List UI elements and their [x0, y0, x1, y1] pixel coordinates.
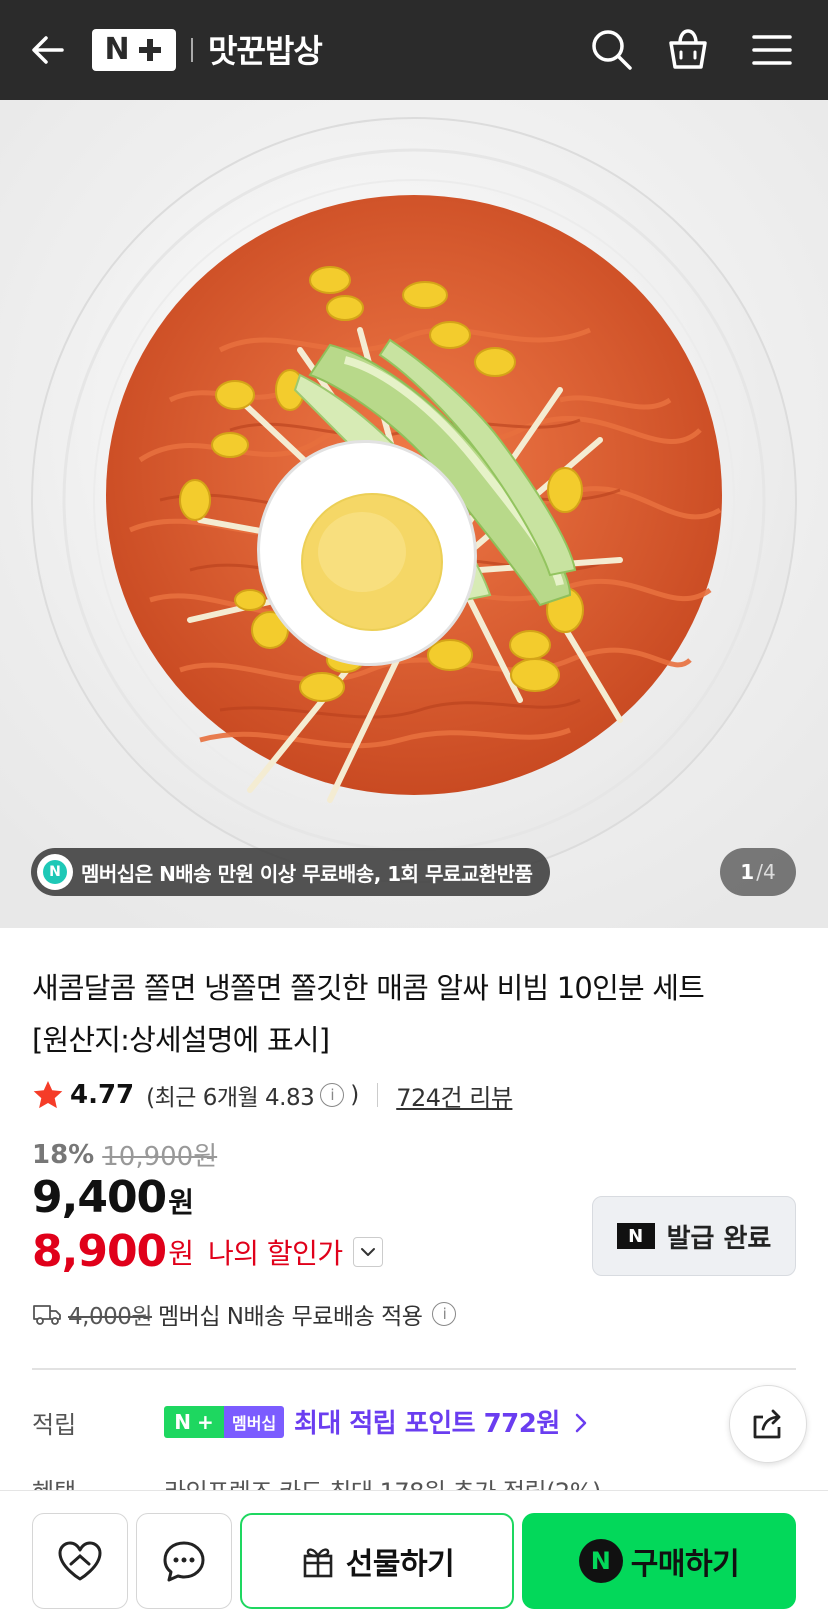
chat-icon	[163, 1541, 205, 1582]
image-counter: 1 /4	[720, 848, 796, 896]
plus-icon	[136, 36, 164, 64]
heart-icon	[58, 1541, 102, 1581]
my-price-label: 나의 할인가	[207, 1236, 343, 1270]
shopping-bag-icon	[669, 29, 707, 69]
naver-pay-badge: N	[578, 1539, 623, 1583]
points-label: 적립	[32, 1411, 77, 1439]
menu-button[interactable]	[748, 26, 796, 74]
membership-promo-pill[interactable]: N 멤버십은 N배송 만원 이상 무료배송, 1회 무료교환반품	[31, 848, 551, 896]
discount-row: 18% 10,900원	[32, 1136, 217, 1173]
shipping-info-icon[interactable]: i	[432, 1302, 457, 1326]
points-badge-plus: +	[196, 1410, 214, 1434]
cart-button[interactable]	[664, 26, 712, 74]
image-counter-total: /4	[756, 860, 776, 884]
membership-badge-n: N	[43, 860, 67, 884]
coupon-issued-button[interactable]: N 발급 완료	[592, 1196, 796, 1276]
recent-rating: (최근 6개월 4.83 i )	[146, 1078, 359, 1112]
buy-label: 구매하기	[630, 1547, 740, 1582]
product-title-line2: [원산지:상세설명에 표시]	[32, 1023, 330, 1057]
max-points-link[interactable]: 최대 적립 포인트 772원	[294, 1403, 590, 1440]
logo-divider	[191, 38, 193, 62]
image-counter-current: 1	[740, 860, 755, 884]
bottom-action-bar: 선물하기 N 구매하기	[0, 1490, 828, 1617]
app-header: N 맛꾼밥상	[0, 0, 828, 100]
my-price-unit: 원	[168, 1236, 194, 1270]
buy-button[interactable]: N 구매하기	[522, 1513, 796, 1609]
sale-price: 9,400	[32, 1172, 167, 1223]
sale-price-unit: 원	[168, 1186, 194, 1219]
my-price: 8,900	[32, 1226, 167, 1277]
gift-icon	[303, 1548, 333, 1578]
search-icon	[592, 30, 632, 70]
share-button[interactable]	[729, 1385, 807, 1463]
rating-score: 4.77	[70, 1080, 135, 1110]
shipping-row: 4,000원 멤버십 N배송 무료배송 적용 i	[32, 1296, 460, 1332]
shipping-text: 멤버십 N배송 무료배송 적용	[158, 1304, 423, 1330]
membership-points-badge: N + 멤버십	[164, 1406, 285, 1438]
logo-n: N	[104, 32, 130, 67]
star-icon	[33, 1081, 63, 1109]
search-button[interactable]	[588, 26, 636, 74]
points-badge-np: N +	[164, 1406, 224, 1438]
chevron-down-icon	[360, 1247, 375, 1256]
membership-badge: N	[37, 854, 73, 890]
product-title-line1: 새콤달콤 쫄면 냉쫄면 쫄깃한 매콤 알싸 비빔 10인분 세트	[32, 971, 705, 1005]
truck-icon	[33, 1305, 61, 1325]
my-price-row[interactable]: 8,900 원 나의 할인가	[32, 1226, 383, 1277]
wishlist-button[interactable]	[32, 1513, 128, 1609]
gift-button[interactable]: 선물하기	[240, 1513, 514, 1609]
recent-rating-close: )	[350, 1082, 359, 1108]
max-points-text: 최대 적립 포인트 772원	[294, 1409, 560, 1439]
rating-divider	[376, 1083, 379, 1107]
points-badge-n: N	[174, 1410, 191, 1434]
promo-text: 멤버십은 N배송 만원 이상 무료배송, 1회 무료교환반품	[81, 861, 533, 886]
my-price-toggle[interactable]	[352, 1236, 383, 1267]
shipping-original-fee: 4,000원	[68, 1304, 153, 1330]
review-count-link[interactable]: 724건 리뷰	[396, 1078, 513, 1113]
coupon-badge: N	[616, 1223, 655, 1249]
back-button[interactable]	[28, 30, 68, 70]
gift-label: 선물하기	[345, 1547, 455, 1582]
original-price: 10,900원	[102, 1142, 218, 1172]
hamburger-menu-icon	[752, 35, 792, 65]
naver-plus-logo[interactable]: N	[92, 29, 176, 71]
noodle-dish-image	[0, 100, 828, 928]
recent-rating-text: (최근 6개월 4.83	[146, 1085, 315, 1111]
discount-rate: 18%	[32, 1139, 95, 1170]
points-badge-membership: 멤버십	[224, 1406, 285, 1438]
section-divider	[32, 1368, 796, 1370]
arrow-left-icon	[32, 36, 64, 64]
chat-button[interactable]	[136, 1513, 232, 1609]
product-image[interactable]	[0, 100, 828, 928]
info-icon[interactable]: i	[320, 1083, 345, 1107]
coupon-label: 발급 완료	[666, 1223, 772, 1254]
sale-price-row: 9,400 원	[32, 1172, 194, 1223]
share-icon	[753, 1409, 781, 1439]
store-name[interactable]: 맛꾼밥상	[208, 26, 323, 72]
product-title: 새콤달콤 쫄면 냉쫄면 쫄깃한 매콤 알싸 비빔 10인분 세트 [원산지:상세…	[32, 962, 802, 1066]
rating-row: 4.77 (최근 6개월 4.83 i ) 724건 리뷰	[32, 1073, 513, 1117]
chevron-right-icon	[576, 1413, 587, 1433]
